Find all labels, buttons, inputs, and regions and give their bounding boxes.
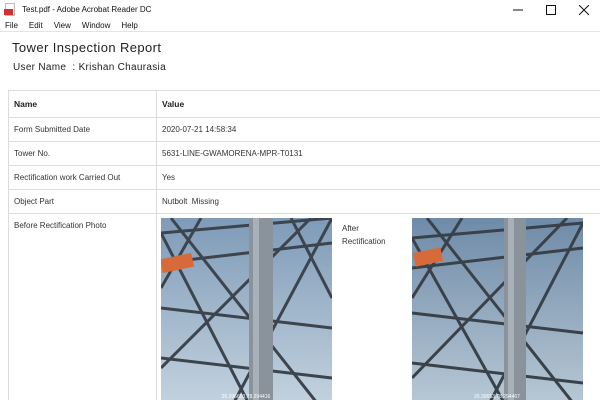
photo-cell: 26.396603,78.294416 After Rectification — [156, 213, 600, 400]
menu-view[interactable]: View — [48, 21, 76, 30]
after-rectification-photo: 26.39653,78.294467 — [412, 218, 583, 400]
pdf-file-icon — [4, 3, 16, 16]
user-name-text: User Name : Krishan Chaurasia — [13, 62, 166, 73]
maximize-icon — [545, 4, 556, 15]
row-name: Tower No. — [8, 141, 157, 166]
row-name: Object Part — [8, 189, 157, 214]
user-name-line: User Name : Krishan Chaurasia — [13, 62, 166, 73]
row-value: Nutbolt Missing — [156, 189, 600, 214]
before-photo-coords: 26.396603,78.294416 — [222, 394, 271, 400]
table-row: Tower No. 5631-LINE-GWAMORENA-MPR-T0131 — [8, 141, 600, 166]
window-titlebar: Test.pdf - Adobe Acrobat Reader DC — [0, 0, 600, 19]
row-value: Yes — [156, 165, 600, 190]
header-name: Name — [8, 90, 157, 118]
photo-row: Before Rectification Photo 26.396603,78.… — [8, 213, 600, 400]
after-rectification-label: After Rectification — [342, 224, 386, 246]
menu-edit[interactable]: Edit — [23, 21, 48, 30]
row-name: Before Rectification Photo — [8, 213, 157, 400]
close-button[interactable] — [567, 0, 600, 19]
window-title: Test.pdf - Adobe Acrobat Reader DC — [22, 5, 152, 14]
table-row: Form Submitted Date 2020-07-21 14:58:34 — [8, 117, 600, 142]
table-header-row: Name Value — [8, 90, 600, 118]
table-row: Object Part Nutbolt Missing — [8, 189, 600, 214]
report-title: Tower Inspection Report — [12, 40, 162, 55]
menu-window[interactable]: Window — [76, 21, 115, 30]
header-value: Value — [156, 90, 600, 118]
row-value: 2020-07-21 14:58:34 — [156, 117, 600, 142]
minimize-button[interactable] — [501, 0, 534, 19]
row-name: Form Submitted Date — [8, 117, 157, 142]
inspection-table: Name Value Form Submitted Date 2020-07-2… — [8, 90, 600, 400]
row-value: 5631-LINE-GWAMORENA-MPR-T0131 — [156, 141, 600, 166]
menu-bar: File Edit View Window Help — [0, 19, 600, 32]
row-name: Rectification work Carried Out — [8, 165, 157, 190]
before-rectification-photo: 26.396603,78.294416 — [161, 218, 332, 400]
maximize-button[interactable] — [534, 0, 567, 19]
table-row: Rectification work Carried Out Yes — [8, 165, 600, 190]
document-page: Tower Inspection Report User Name : Kris… — [0, 32, 600, 400]
window-controls — [501, 0, 600, 19]
menu-help[interactable]: Help — [115, 21, 142, 30]
close-icon — [578, 4, 589, 15]
minimize-icon — [512, 9, 523, 10]
menu-file[interactable]: File — [0, 21, 23, 30]
after-photo-coords: 26.39653,78.294467 — [474, 394, 520, 400]
